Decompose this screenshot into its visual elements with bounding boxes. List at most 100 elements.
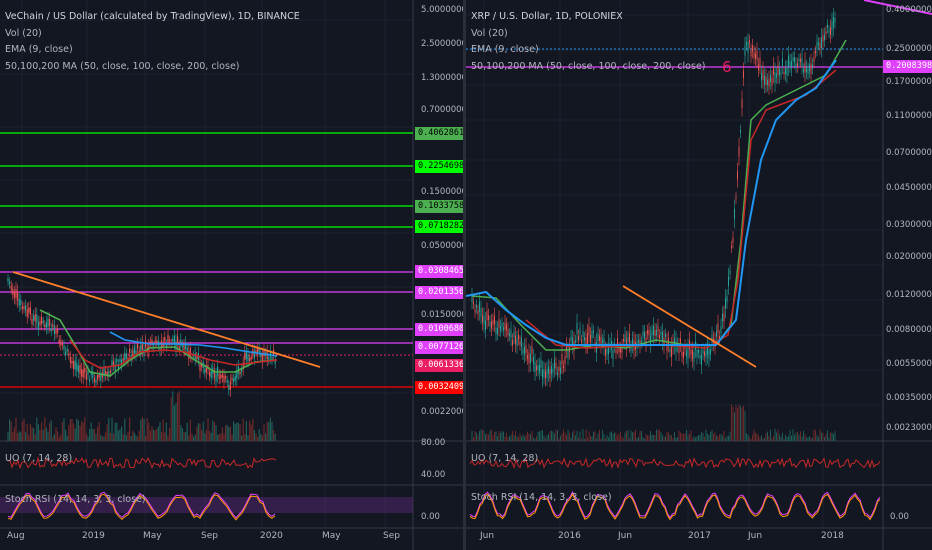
candle-body: [492, 319, 494, 325]
xrp-annotation-6[interactable]: 6: [722, 58, 732, 76]
volume-bar: [250, 424, 252, 441]
vechain-uo-label[interactable]: UO (7, 14, 28): [5, 453, 72, 464]
volume-bar: [228, 426, 230, 441]
volume-bar: [202, 421, 204, 441]
candle-body: [578, 335, 579, 341]
candle-body: [58, 339, 60, 343]
volume-bar: [737, 408, 738, 441]
xrp-uo-label[interactable]: UO (7, 14, 28): [471, 453, 538, 464]
volume-bar: [557, 429, 558, 441]
candle-body: [612, 350, 614, 359]
vechain-chart-panel[interactable]: VeChain / US Dollar (calculated by Tradi…: [0, 0, 463, 550]
xrp-ema-label[interactable]: EMA (9, close): [471, 42, 706, 59]
volume-bar: [693, 436, 695, 441]
xrp-ytick: 0.03000000: [886, 220, 932, 230]
volume-bar: [752, 434, 753, 441]
volume-bar: [137, 436, 139, 441]
volume-bar: [201, 430, 203, 441]
volume-bar: [702, 432, 704, 441]
vechain-ema-label[interactable]: EMA (9, close): [5, 42, 300, 59]
volume-bar: [261, 435, 263, 441]
candle-body: [124, 352, 126, 361]
volume-bar: [236, 422, 238, 441]
volume-bar: [810, 437, 812, 441]
volume-bar: [204, 433, 206, 441]
volume-bar: [699, 435, 701, 441]
candle-body: [749, 40, 750, 44]
xrp-ytick: 0.00350000: [886, 393, 932, 403]
candle-body: [473, 301, 474, 304]
candle-body: [540, 359, 542, 368]
volume-bar: [116, 422, 118, 441]
volume-bar: [474, 431, 476, 441]
volume-bar: [801, 436, 803, 441]
candle-body: [119, 359, 121, 362]
candle-body: [12, 288, 14, 295]
volume-bar: [539, 431, 540, 441]
vechain-ytick: 0.70000000: [421, 105, 463, 115]
xrp-vol-label[interactable]: Vol (20): [471, 26, 706, 43]
candle-body: [82, 369, 84, 378]
candle-body: [52, 324, 54, 327]
volume-bar: [34, 434, 36, 441]
candle-body: [247, 354, 249, 362]
xrp-title[interactable]: XRP / U.S. Dollar, 1D, POLONIEX: [471, 9, 706, 26]
candle-body: [510, 329, 512, 338]
candle-body: [483, 315, 485, 325]
volume-bar: [218, 434, 220, 441]
volume-bar: [579, 431, 581, 441]
volume-bar: [743, 405, 744, 441]
volume-bar: [527, 431, 528, 441]
volume-bar: [82, 422, 84, 441]
candle-body: [582, 331, 584, 338]
volume-bar: [560, 435, 561, 441]
volume-bar: [241, 435, 243, 441]
vechain-vol-label[interactable]: Vol (20): [5, 26, 300, 43]
vechain-stoch-label[interactable]: Stoch RSI (14, 14, 3, 3, close): [5, 494, 146, 505]
vechain-ma-label[interactable]: 50,100,200 MA (50, close, 100, close, 20…: [5, 59, 300, 76]
volume-bar: [197, 423, 199, 441]
volume-bar: [274, 433, 276, 441]
candle-body: [660, 331, 662, 335]
vechain-xlabel: 2019: [82, 531, 105, 541]
candle-body: [167, 334, 169, 343]
candle-body: [702, 349, 704, 354]
volume-bar: [183, 432, 185, 441]
volume-bar: [68, 424, 70, 441]
volume-bar: [476, 432, 477, 441]
volume-bar: [767, 431, 768, 441]
volume-bar: [597, 433, 599, 441]
xrp-chart-panel[interactable]: XRP / U.S. Dollar, 1D, POLONIEX Vol (20)…: [466, 0, 932, 550]
xrp-ytick: 0.11000000: [886, 111, 932, 121]
volume-bar: [549, 431, 551, 441]
vechain-title[interactable]: VeChain / US Dollar (calculated by Tradi…: [5, 9, 300, 26]
volume-bar: [567, 429, 569, 441]
candle-body: [687, 348, 689, 360]
volume-bar: [776, 432, 777, 441]
vechain-chart-canvas[interactable]: [0, 0, 463, 550]
xrp-stoch-label[interactable]: Stoch RSI (14, 14, 3, 3, close): [471, 492, 612, 503]
volume-bar: [37, 424, 39, 441]
candle-body: [567, 350, 569, 358]
xrp-ytick: 0.00230000: [886, 423, 932, 433]
volume-bar: [621, 436, 623, 441]
volume-bar: [723, 430, 725, 441]
candle-body: [69, 356, 71, 363]
xrp-ma-label[interactable]: 50,100,200 MA (50, close, 100, close, 20…: [471, 59, 706, 76]
candle-body: [830, 27, 831, 36]
xrp-price-tag: 0.20083985: [883, 60, 932, 73]
xrp-chart-canvas[interactable]: [466, 0, 932, 550]
xrp-ytick: 0.00800000: [886, 325, 932, 335]
candle-body: [819, 43, 821, 49]
volume-bar: [189, 419, 191, 441]
volume-bar: [233, 421, 235, 441]
candle-body: [626, 339, 627, 349]
volume-bar: [169, 427, 171, 441]
candle-body: [533, 356, 534, 365]
volume-bar: [660, 432, 662, 441]
volume-bar: [50, 420, 52, 441]
candle-body: [807, 69, 809, 74]
volume-bar: [584, 438, 585, 441]
candle-body: [657, 325, 659, 332]
volume-bar: [657, 430, 659, 441]
